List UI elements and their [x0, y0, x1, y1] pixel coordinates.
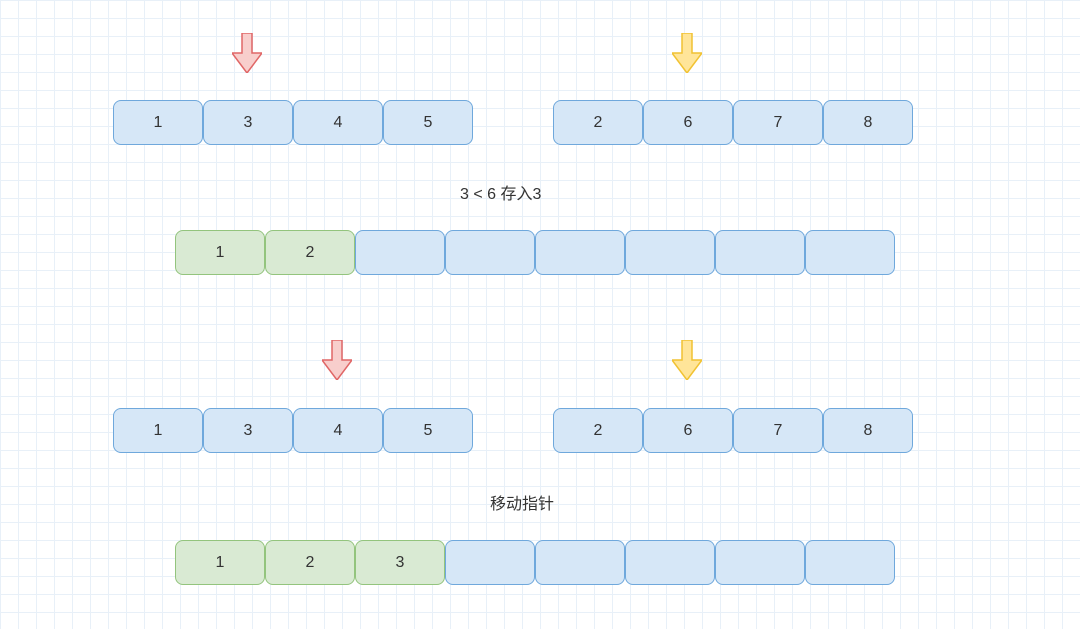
cell-value: 7	[774, 422, 783, 440]
cell-value: 7	[774, 114, 783, 132]
pointer-right-arrow-step2	[672, 340, 702, 380]
cell-value: 8	[864, 422, 873, 440]
step2-merged-cell-5	[625, 540, 715, 585]
cell-value: 4	[334, 422, 343, 440]
step1-merged-cell-4	[535, 230, 625, 275]
cell-value: 1	[216, 554, 225, 572]
step2-merged-cell-3	[445, 540, 535, 585]
step2-merged-cell-0: 1	[175, 540, 265, 585]
cell-value: 1	[154, 114, 163, 132]
step2-right-cell-0: 2	[553, 408, 643, 453]
cell-value: 3	[244, 114, 253, 132]
step2-merged-cell-6	[715, 540, 805, 585]
step2-left-cell-3: 5	[383, 408, 473, 453]
step1-left-cell-2: 4	[293, 100, 383, 145]
step2-right-cell-1: 6	[643, 408, 733, 453]
cell-value: 2	[594, 114, 603, 132]
cell-value: 2	[594, 422, 603, 440]
step1-merged-cell-2	[355, 230, 445, 275]
step2-left-cell-1: 3	[203, 408, 293, 453]
step1-merged-cell-1: 2	[265, 230, 355, 275]
cell-value: 5	[424, 422, 433, 440]
step2-caption: 移动指针	[490, 490, 554, 514]
cell-value: 2	[306, 554, 315, 572]
step2-merged-cell-4	[535, 540, 625, 585]
cell-value: 1	[216, 244, 225, 262]
step1-right-cell-3: 8	[823, 100, 913, 145]
step2-merged-cell-1: 2	[265, 540, 355, 585]
cell-value: 1	[154, 422, 163, 440]
step1-merged-cell-7	[805, 230, 895, 275]
step2-left-cell-2: 4	[293, 408, 383, 453]
step2-right-cell-3: 8	[823, 408, 913, 453]
cell-value: 5	[424, 114, 433, 132]
cell-value: 2	[306, 244, 315, 262]
step2-left-cell-0: 1	[113, 408, 203, 453]
pointer-left-arrow-step1	[232, 33, 262, 73]
cell-value: 3	[244, 422, 253, 440]
cell-value: 6	[684, 422, 693, 440]
step1-caption: 3 < 6 存入3	[460, 180, 541, 204]
cell-value: 6	[684, 114, 693, 132]
pointer-right-arrow-step1	[672, 33, 702, 73]
step2-merged-cell-2: 3	[355, 540, 445, 585]
cell-value: 8	[864, 114, 873, 132]
step1-merged-cell-0: 1	[175, 230, 265, 275]
step1-left-cell-3: 5	[383, 100, 473, 145]
pointer-left-arrow-step2	[322, 340, 352, 380]
step2-right-cell-2: 7	[733, 408, 823, 453]
step1-merged-cell-5	[625, 230, 715, 275]
step1-left-cell-0: 1	[113, 100, 203, 145]
step1-left-cell-1: 3	[203, 100, 293, 145]
step1-merged-cell-6	[715, 230, 805, 275]
step1-right-cell-1: 6	[643, 100, 733, 145]
step1-right-cell-0: 2	[553, 100, 643, 145]
cell-value: 4	[334, 114, 343, 132]
step1-merged-cell-3	[445, 230, 535, 275]
cell-value: 3	[396, 554, 405, 572]
step2-merged-cell-7	[805, 540, 895, 585]
step1-right-cell-2: 7	[733, 100, 823, 145]
